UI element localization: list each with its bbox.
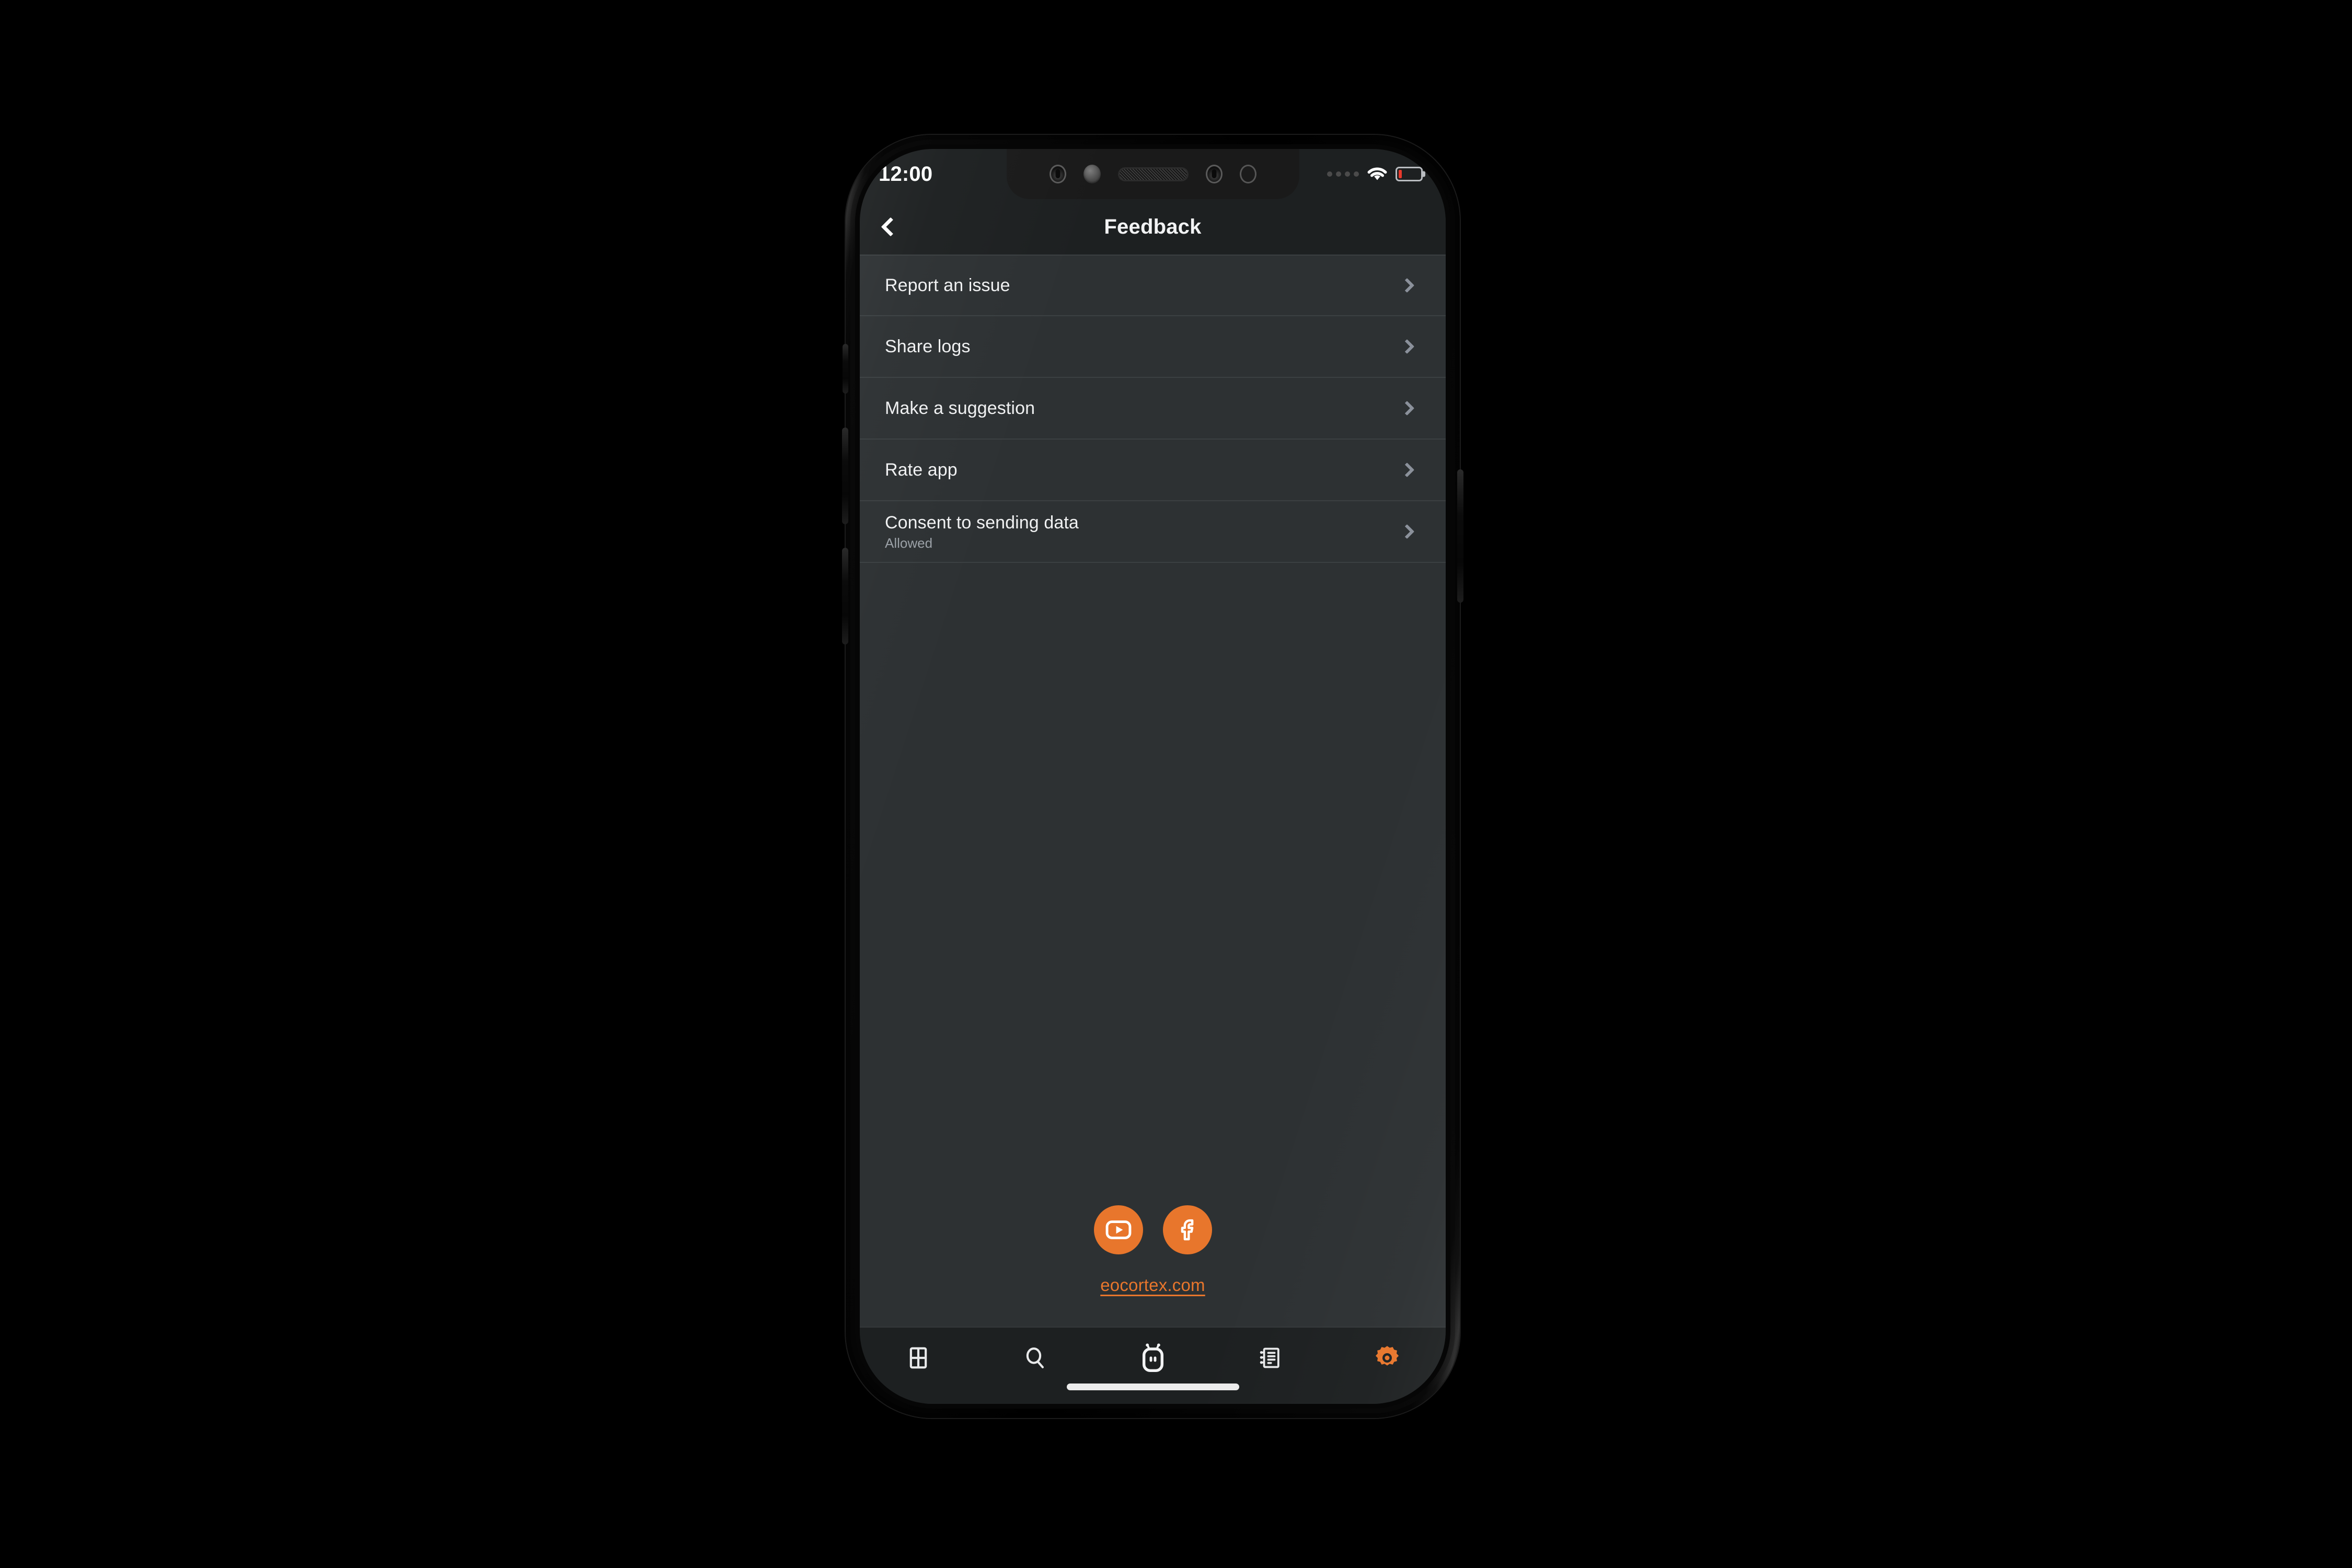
list-item-text: Make a suggestion [885, 398, 1402, 419]
volume-up-button[interactable] [842, 428, 848, 524]
search-icon [1027, 1347, 1044, 1368]
chevron-right-icon [1399, 339, 1415, 354]
list-item-text: Report an issue [885, 275, 1402, 296]
cellular-dots-icon [1327, 171, 1359, 177]
list-item-subtitle: Allowed [885, 535, 933, 551]
youtube-icon [1105, 1220, 1131, 1239]
chevron-right-icon [1399, 400, 1415, 416]
grid-icon [909, 1347, 927, 1369]
home-indicator[interactable] [1066, 1383, 1239, 1390]
list-item-consent-to-sending-data[interactable]: Consent to sending data Allowed [860, 501, 1446, 563]
list-item-report-an-issue[interactable]: Report an issue [860, 255, 1446, 316]
chevron-right-icon [1399, 462, 1415, 478]
list-item-make-a-suggestion[interactable]: Make a suggestion [860, 378, 1446, 440]
back-chevron-icon [881, 217, 900, 237]
list-item-text: Share logs [885, 336, 1402, 357]
facebook-icon [1181, 1219, 1193, 1241]
list-item-title: Rate app [885, 459, 958, 480]
volume-down-button[interactable] [842, 548, 848, 644]
tab-events[interactable] [1212, 1336, 1329, 1380]
website-link[interactable]: eocortex.com [1100, 1275, 1205, 1295]
list-item-share-logs[interactable]: Share logs [860, 316, 1446, 378]
list-item-title: Consent to sending data [885, 513, 1079, 533]
social-buttons [1093, 1205, 1212, 1254]
phone-device-mockup: 12:00 Feedback Report an issue Share log… [842, 135, 1463, 1418]
wifi-icon [1367, 167, 1387, 180]
tab-assistant[interactable] [1094, 1336, 1211, 1380]
footer-links: eocortex.com [860, 1205, 1446, 1327]
gear-icon [1375, 1346, 1399, 1366]
status-bar: 12:00 [860, 149, 1446, 199]
chevron-right-icon [1399, 278, 1415, 293]
journal-icon [1260, 1347, 1279, 1368]
feedback-options-list: Report an issue Share logs Make a sugges… [860, 255, 1446, 563]
battery-low-icon [1396, 167, 1423, 181]
back-button[interactable] [860, 199, 917, 255]
robot-icon [1142, 1343, 1163, 1372]
list-item-text: Consent to sending data Allowed [885, 512, 1402, 551]
facebook-button[interactable] [1162, 1205, 1212, 1254]
status-bar-clock: 12:00 [879, 163, 933, 186]
tab-settings[interactable] [1329, 1336, 1446, 1380]
list-item-title: Report an issue [885, 275, 1010, 295]
list-item-rate-app[interactable]: Rate app [860, 440, 1446, 501]
phone-screen: 12:00 Feedback Report an issue Share log… [860, 149, 1446, 1404]
app-header: Feedback [860, 199, 1446, 255]
mute-switch-button[interactable] [843, 344, 848, 394]
chevron-right-icon [1399, 524, 1415, 539]
youtube-button[interactable] [1093, 1205, 1143, 1254]
status-bar-indicators [1327, 166, 1423, 182]
tab-views[interactable] [860, 1336, 977, 1380]
tab-search[interactable] [977, 1336, 1094, 1380]
power-button[interactable] [1457, 469, 1463, 603]
list-item-text: Rate app [885, 459, 1402, 480]
list-item-title: Make a suggestion [885, 398, 1035, 418]
bottom-tab-bar [860, 1327, 1446, 1404]
page-title: Feedback [1104, 215, 1202, 238]
list-item-title: Share logs [885, 336, 971, 356]
page-content: Report an issue Share logs Make a sugges… [860, 255, 1446, 1327]
